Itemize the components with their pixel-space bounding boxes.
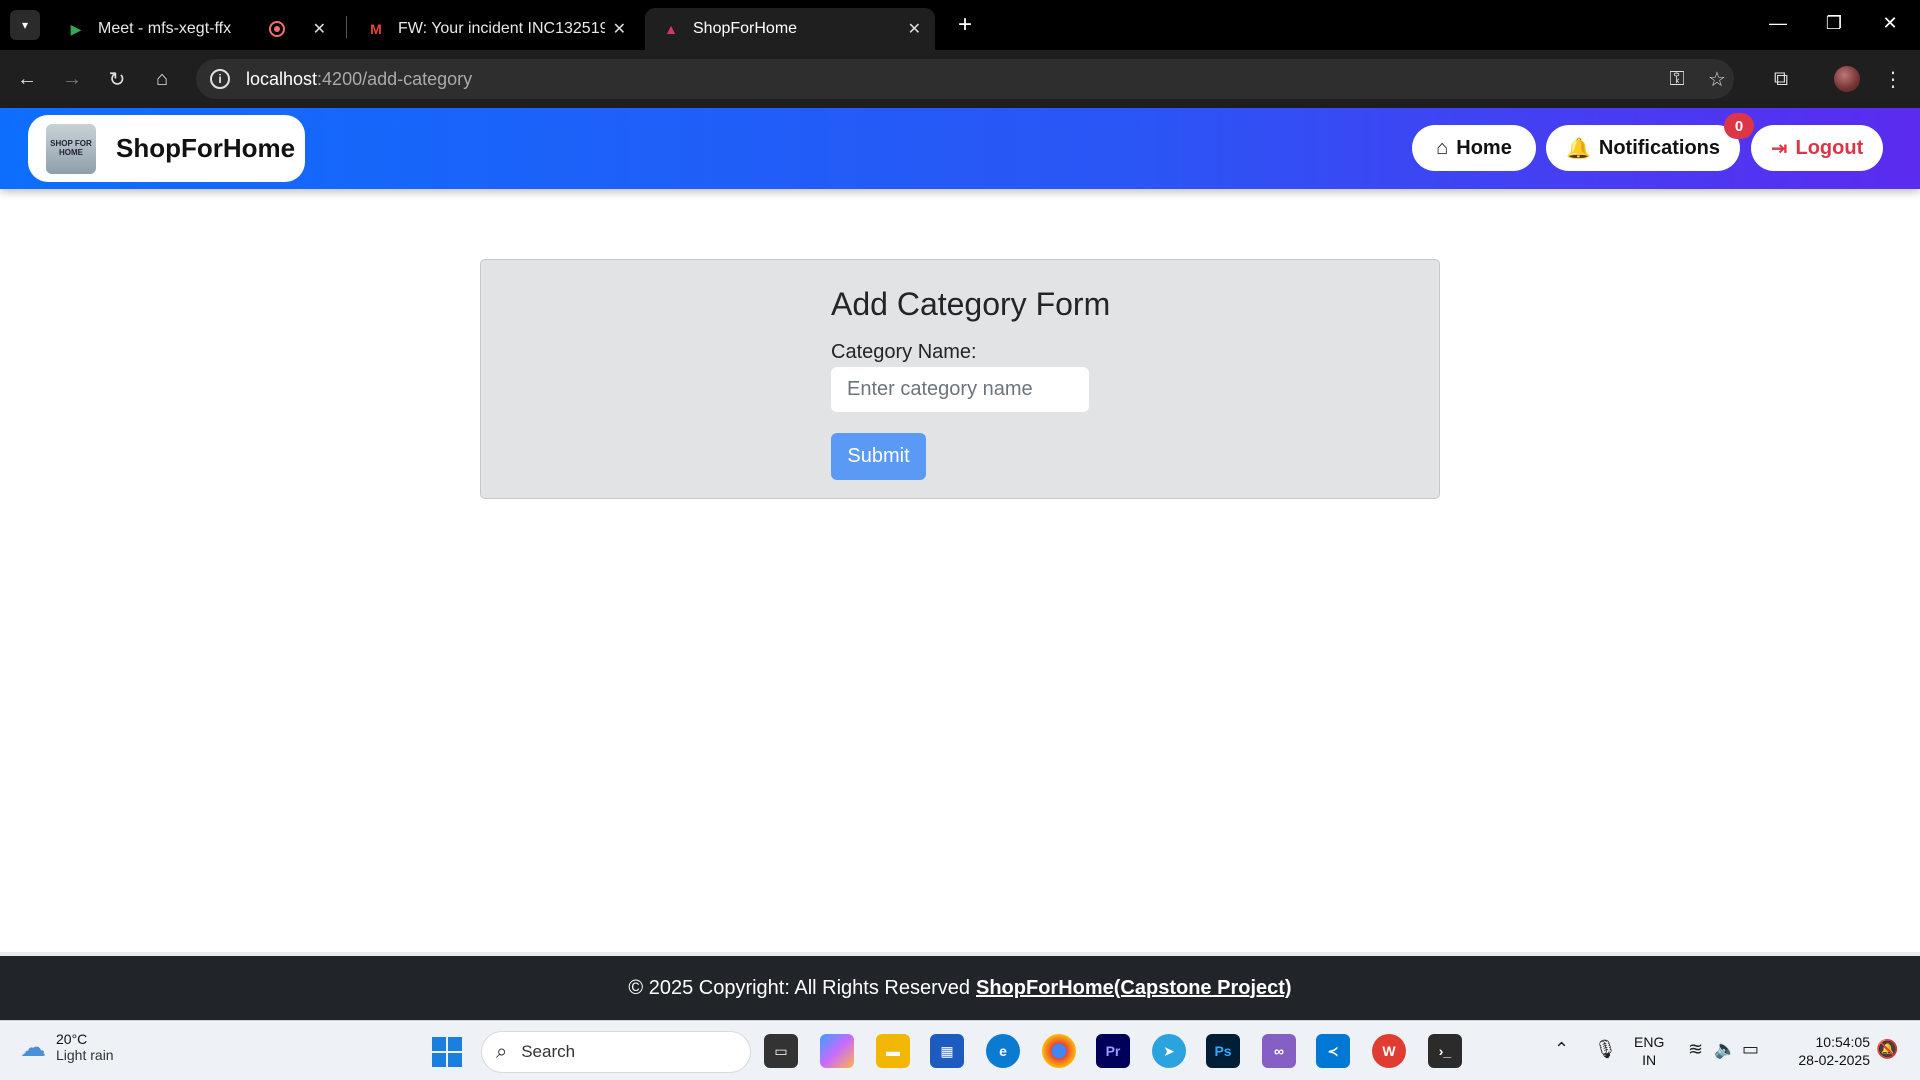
address-bar[interactable]: i localhost:4200/add-category [196, 59, 1734, 99]
terminal-icon[interactable]: ›_ [1428, 1034, 1462, 1068]
copilot-icon[interactable] [820, 1034, 854, 1068]
input-language[interactable]: ENG IN [1634, 1033, 1664, 1069]
brand-name: ShopForHome [116, 133, 296, 163]
battery-icon[interactable]: ▭ [1742, 1039, 1759, 1060]
menu-kebab-icon[interactable]: ⋮ [1876, 62, 1910, 96]
add-category-card: Add Category Form Category Name: Submit [480, 259, 1440, 499]
tab-meet[interactable]: ▶ Meet - mfs-xegt-ffx ✕ [50, 8, 340, 50]
close-tab-icon[interactable]: ✕ [908, 19, 921, 39]
forward-button[interactable]: → [55, 62, 89, 96]
meet-icon: ▶ [70, 20, 82, 37]
system-clock[interactable]: 10:54:05 28-02-2025 [1786, 1033, 1870, 1069]
form-title: Add Category Form [831, 286, 1111, 322]
tab-shopforhome[interactable]: ▲ ShopForHome ✕ [645, 8, 935, 50]
bell-icon: 🔔 [1565, 137, 1591, 160]
close-window-button[interactable]: ✕ [1870, 8, 1910, 38]
category-name-label: Category Name: [831, 341, 977, 363]
tab-divider [346, 16, 347, 38]
extensions-icon[interactable]: ⧉ [1764, 62, 1798, 96]
app-navbar: SHOP FOR HOME ShopForHome ⌂ Home 🔔 Notif… [0, 108, 1920, 189]
house-icon: ⌂ [1436, 136, 1449, 159]
close-tab-icon[interactable]: ✕ [313, 19, 326, 39]
back-button[interactable]: ← [10, 62, 44, 96]
browser-toolbar: ← → ↻ ⌂ i localhost:4200/add-category ⚿ … [0, 50, 1920, 108]
show-hidden-icons-chevron-up-icon[interactable]: ⌃ [1554, 1039, 1569, 1060]
gmail-icon: M [370, 21, 382, 37]
reload-button[interactable]: ↻ [100, 62, 134, 96]
url-host: localhost [246, 68, 318, 89]
photoshop-icon[interactable]: Ps [1206, 1034, 1240, 1068]
page-footer: © 2025 Copyright: All Rights Reserved Sh… [0, 952, 1920, 1020]
angular-icon: ▲ [664, 21, 678, 37]
task-view-icon[interactable]: ▭ [764, 1034, 798, 1068]
wps-office-icon[interactable]: W [1372, 1034, 1406, 1068]
weather-widget[interactable]: ☁ 20°C Light rain [20, 1031, 114, 1063]
bookmark-star-icon[interactable]: ☆ [1700, 62, 1734, 96]
microphone-icon[interactable]: 🎙 [1594, 1039, 1617, 1060]
tab-search-button[interactable]: ▾ [10, 10, 40, 40]
windows-start-icon[interactable] [432, 1037, 462, 1067]
wifi-icon[interactable]: ≋ [1688, 1039, 1703, 1060]
premiere-icon[interactable]: Pr [1096, 1034, 1130, 1068]
site-info-icon[interactable]: i [210, 69, 230, 89]
chrome-icon[interactable] [1042, 1034, 1076, 1068]
new-tab-button[interactable]: + [950, 10, 980, 40]
footer-project-link[interactable]: ShopForHome(Capstone Project) [976, 977, 1292, 1000]
submit-button[interactable]: Submit [831, 433, 926, 480]
logout-icon: ⇥ [1770, 137, 1788, 160]
vscode-icon[interactable]: ≺ [1316, 1034, 1350, 1068]
recording-icon [268, 21, 285, 37]
notifications-button[interactable]: 🔔 Notifications [1546, 125, 1740, 171]
close-tab-icon[interactable]: ✕ [613, 19, 626, 39]
visual-studio-icon[interactable]: ∞ [1262, 1034, 1296, 1068]
brand-logo: SHOP FOR HOME [46, 123, 96, 174]
volume-icon[interactable]: 🔈 [1714, 1039, 1736, 1060]
brand-link[interactable]: SHOP FOR HOME ShopForHome [28, 115, 305, 182]
footer-copyright: © 2025 Copyright: All Rights Reserved [628, 976, 970, 999]
search-icon: ⌕ [496, 1040, 508, 1063]
tab-gmail[interactable]: M FW: Your incident INC13251937 ✕ [350, 8, 640, 50]
notification-count-badge: 0 [1724, 113, 1754, 139]
taskbar-search[interactable]: ⌕ Search [481, 1031, 751, 1073]
minimize-button[interactable]: — [1758, 8, 1798, 38]
restore-button[interactable]: ❐ [1814, 8, 1854, 38]
category-name-input[interactable] [831, 367, 1089, 412]
url-path: :4200/add-category [317, 68, 473, 89]
rain-cloud-icon: ☁ [20, 1031, 46, 1062]
store-icon[interactable]: ▦ [930, 1034, 964, 1068]
windows-taskbar: ☁ 20°C Light rain ⌕ Search ▭ ▬ ▦ e Pr ➤ … [0, 1020, 1920, 1080]
password-key-icon[interactable]: ⚿ [1660, 62, 1694, 96]
logout-button[interactable]: ⇥ Logout [1751, 125, 1883, 171]
home-icon[interactable]: ⌂ [145, 62, 179, 96]
profile-avatar[interactable] [1834, 66, 1860, 92]
file-explorer-icon[interactable]: ▬ [876, 1034, 910, 1068]
browser-tab-bar: ▾ ▶ Meet - mfs-xegt-ffx ✕ M FW: Your inc… [0, 0, 1920, 50]
notification-center-icon[interactable]: 🔕 [1876, 1039, 1898, 1060]
edge-icon[interactable]: e [986, 1034, 1020, 1068]
telegram-icon[interactable]: ➤ [1152, 1034, 1186, 1068]
home-button[interactable]: ⌂ Home [1412, 125, 1536, 171]
